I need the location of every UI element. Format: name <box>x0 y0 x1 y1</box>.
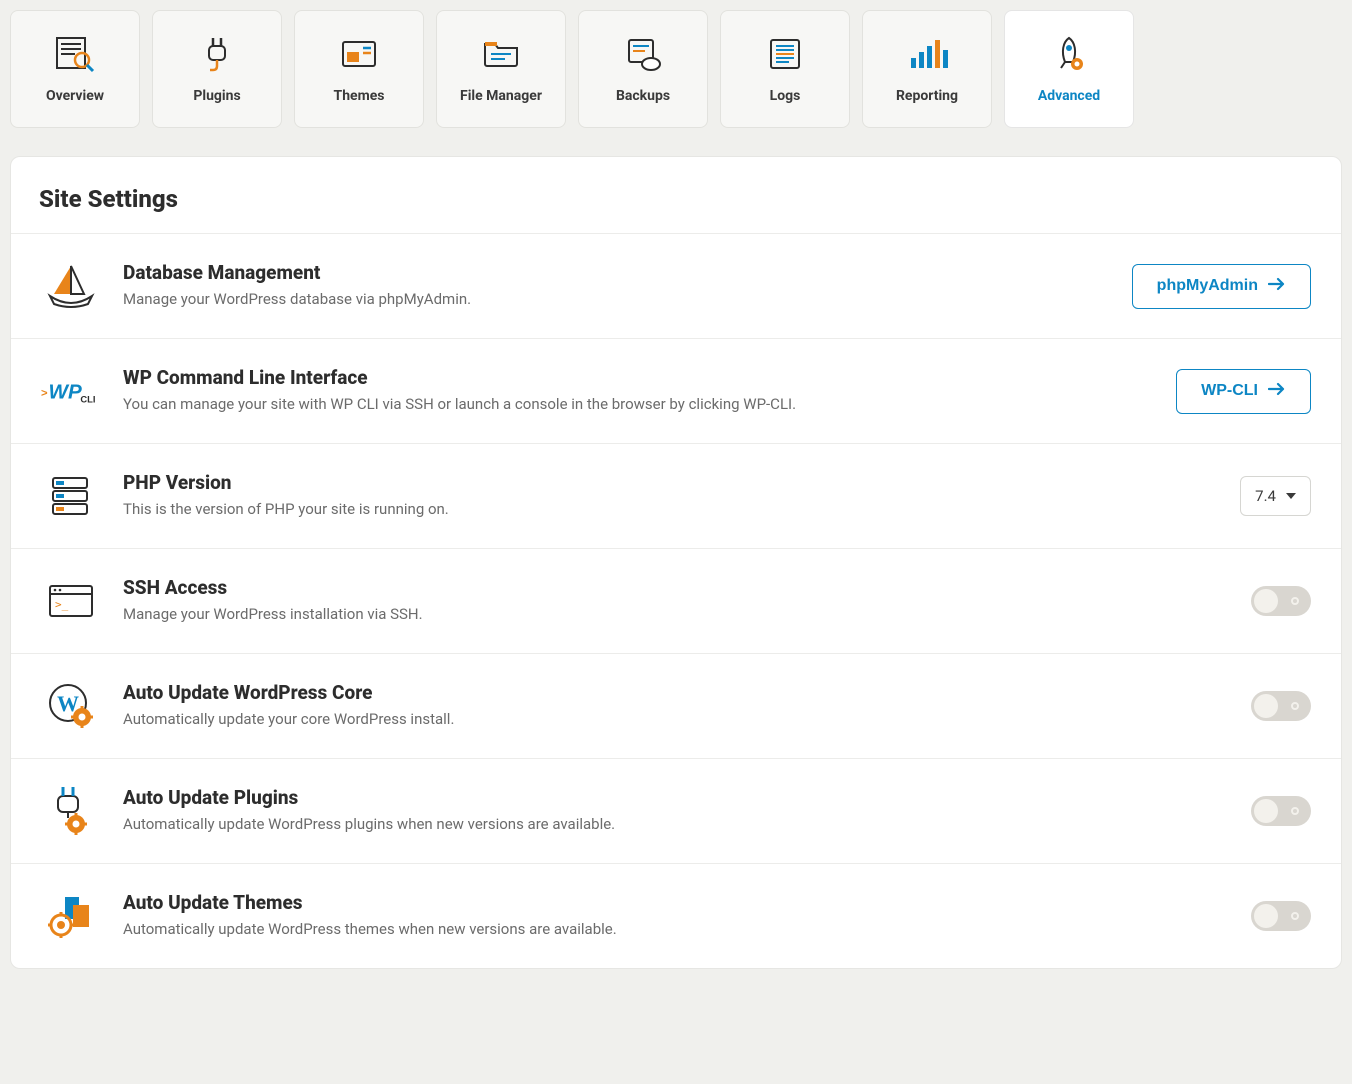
button-label: phpMyAdmin <box>1157 277 1258 295</box>
chart-icon <box>905 34 949 74</box>
toggle-indicator <box>1291 702 1299 710</box>
row-desc: Manage your WordPress installation via S… <box>123 603 843 626</box>
toggle-knob <box>1254 904 1278 928</box>
rocket-icon <box>1047 34 1091 74</box>
row-title: PHP Version <box>123 471 1218 494</box>
sailboat-icon <box>41 258 101 314</box>
row-title: WP Command Line Interface <box>123 366 1154 389</box>
arrow-right-icon <box>1268 382 1286 401</box>
button-label: WP-CLI <box>1201 382 1258 400</box>
row-desc: Automatically update your core WordPress… <box>123 708 843 731</box>
row-desc: Automatically update WordPress themes wh… <box>123 918 843 941</box>
auto-plugins-toggle[interactable] <box>1251 796 1311 826</box>
panel-title: Site Settings <box>11 157 1341 233</box>
auto-themes-toggle[interactable] <box>1251 901 1311 931</box>
row-auto-core: W Auto Update WordPress Core Automatical… <box>11 653 1341 758</box>
terminal-icon: >_ <box>41 573 101 629</box>
row-desc: This is the version of PHP your site is … <box>123 498 843 521</box>
themes-icon <box>337 34 381 74</box>
toggle-indicator <box>1291 597 1299 605</box>
php-version-select[interactable]: 7.4 <box>1240 476 1311 516</box>
tab-reporting[interactable]: Reporting <box>862 10 992 128</box>
arrow-right-icon <box>1268 277 1286 296</box>
tab-label: Backups <box>616 88 670 104</box>
svg-text:>: > <box>41 388 48 400</box>
tab-logs[interactable]: Logs <box>720 10 850 128</box>
tab-themes[interactable]: Themes <box>294 10 424 128</box>
row-auto-plugins: Auto Update Plugins Automatically update… <box>11 758 1341 863</box>
select-value: 7.4 <box>1255 487 1276 505</box>
row-desc: You can manage your site with WP CLI via… <box>123 393 843 416</box>
tab-label: File Manager <box>460 88 542 104</box>
tab-overview[interactable]: Overview <box>10 10 140 128</box>
overview-icon <box>53 34 97 74</box>
svg-text:CLI: CLI <box>80 394 95 404</box>
backup-icon <box>621 34 665 74</box>
tab-backups[interactable]: Backups <box>578 10 708 128</box>
row-php-version: PHP Version This is the version of PHP y… <box>11 443 1341 548</box>
svg-text:>_: >_ <box>55 598 69 611</box>
row-title: Auto Update Plugins <box>123 786 1229 809</box>
plugin-icon <box>195 34 239 74</box>
row-wpcli: > WP CLI WP Command Line Interface You c… <box>11 338 1341 443</box>
tab-label: Plugins <box>193 88 240 104</box>
site-settings-panel: Site Settings Database Management Manage… <box>10 156 1342 969</box>
tab-label: Themes <box>334 88 385 104</box>
chevron-down-icon <box>1286 493 1296 499</box>
theme-gear-icon <box>41 888 101 944</box>
row-title: SSH Access <box>123 576 1229 599</box>
phpmyadmin-button[interactable]: phpMyAdmin <box>1132 264 1311 309</box>
row-ssh: >_ SSH Access Manage your WordPress inst… <box>11 548 1341 653</box>
tab-label: Overview <box>46 88 104 104</box>
wpcli-icon: > WP CLI <box>41 363 101 419</box>
row-desc: Automatically update WordPress plugins w… <box>123 813 843 836</box>
tab-file-manager[interactable]: File Manager <box>436 10 566 128</box>
tab-plugins[interactable]: Plugins <box>152 10 282 128</box>
toggle-knob <box>1254 799 1278 823</box>
ssh-toggle[interactable] <box>1251 586 1311 616</box>
row-desc: Manage your WordPress database via phpMy… <box>123 288 843 311</box>
auto-core-toggle[interactable] <box>1251 691 1311 721</box>
svg-text:WP: WP <box>49 381 82 404</box>
tabs-row: Overview Plugins Themes <box>0 0 1352 128</box>
wpcli-button[interactable]: WP-CLI <box>1176 369 1311 414</box>
wordpress-gear-icon: W <box>41 678 101 734</box>
logs-icon <box>763 34 807 74</box>
toggle-knob <box>1254 694 1278 718</box>
toggle-indicator <box>1291 807 1299 815</box>
row-title: Auto Update WordPress Core <box>123 681 1229 704</box>
row-title: Auto Update Themes <box>123 891 1229 914</box>
tab-label: Reporting <box>896 88 958 104</box>
row-title: Database Management <box>123 261 1110 284</box>
tab-label: Advanced <box>1038 88 1100 104</box>
plugin-gear-icon <box>41 783 101 839</box>
toggle-knob <box>1254 589 1278 613</box>
toggle-indicator <box>1291 912 1299 920</box>
folder-icon <box>479 34 523 74</box>
tab-advanced[interactable]: Advanced <box>1004 10 1134 128</box>
stack-icon <box>41 468 101 524</box>
row-auto-themes: Auto Update Themes Automatically update … <box>11 863 1341 968</box>
tab-label: Logs <box>770 88 801 104</box>
row-database: Database Management Manage your WordPres… <box>11 233 1341 338</box>
